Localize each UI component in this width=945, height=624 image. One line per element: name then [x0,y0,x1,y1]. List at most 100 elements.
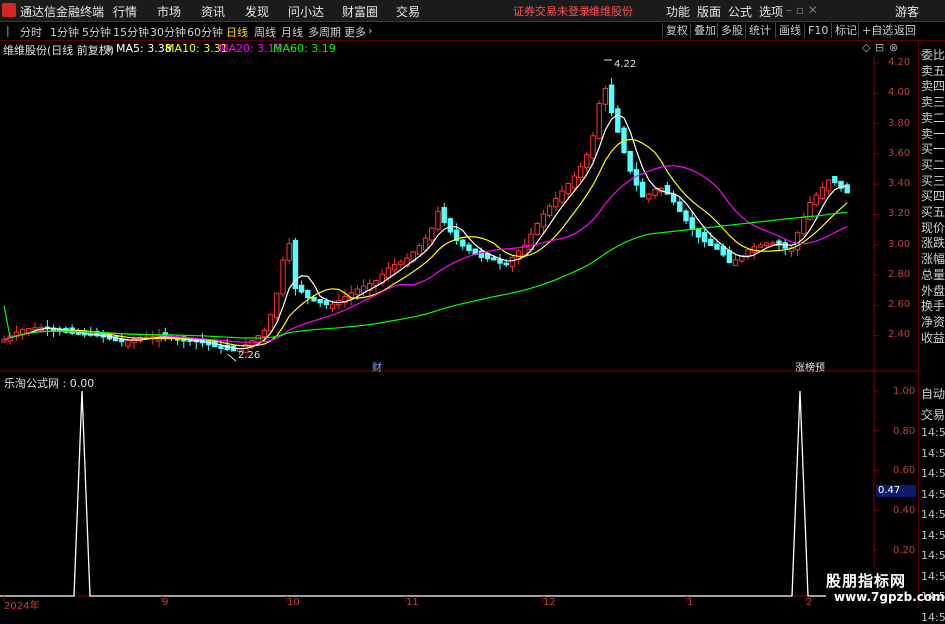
x-tick: 2 [806,597,813,608]
candle-body [683,210,689,222]
x-tick: 10 [287,597,300,608]
candle-body [286,243,292,261]
period-list-icon[interactable]: | [6,24,10,37]
tick-time-label: 14:56 [921,508,945,521]
menu-banmian[interactable]: 版面 [697,3,721,20]
candle-body [497,258,503,264]
btn-duogu[interactable]: 多股 [717,23,746,38]
tab-fenshi[interactable]: 分时 [20,24,42,40]
window-control-icons[interactable]: – ▫ ✕ [786,3,818,17]
candle-body [615,108,621,133]
btn-f10[interactable]: F10 [804,23,831,38]
candle-body [509,256,516,267]
candle-body [745,249,751,257]
y-tick: 2.80 [888,269,911,280]
more-chevron-icon[interactable]: › [368,24,372,37]
candle-body [398,261,404,266]
candle-body [280,259,286,295]
candle-body [447,218,454,233]
btn-back[interactable]: 返回 [890,23,919,38]
candle-body [801,217,807,235]
pane-close-icon[interactable]: ⊗ [889,41,898,54]
sub-indicator-line [0,390,874,597]
tab-1min[interactable]: 1分钟 [50,24,79,40]
candle-body [391,263,398,271]
y-tick: 4.00 [888,87,911,98]
candle-body [652,188,658,196]
tab-weekly[interactable]: 周线 [254,24,276,40]
btn-fuquan[interactable]: 复权 [662,23,691,38]
menu-xuanxiang[interactable]: 选项 [759,3,783,20]
candle-body [763,242,770,247]
quote-field-label: 卖二 [921,110,945,125]
login-warning[interactable]: 证券交易未登录 [513,3,590,19]
info-bar: 维维股份(日线 前复权) ◉ MA5: 3.38 MA10: 3.31 MA20… [0,40,870,57]
quote-field-label: 总量 [921,267,945,282]
btn-biaoji[interactable]: 标记 [831,23,860,38]
indicator-settings-icon[interactable]: ◉ [104,42,114,55]
rank-tag[interactable]: 涨榜预 [795,359,825,374]
guest-label[interactable]: 游客 [895,3,919,20]
tick-time-label: 14:56 [921,426,945,439]
tick-time-label: 14:56 [921,528,945,542]
candle-body [416,245,423,255]
candle-body [441,207,447,223]
y-tick: 3.00 [888,239,911,250]
candle-body [125,339,131,347]
menu-faxian[interactable]: 发现 [245,3,269,20]
candle-body [577,166,584,179]
candle-body [323,300,330,306]
tick-time-label: 14:56 [921,610,945,624]
btn-huaxian[interactable]: 画线 [775,23,804,38]
candle-body [385,267,392,279]
kline-chart[interactable] [0,40,918,609]
tick-time-label: 14:56 [921,467,945,480]
candle-body [571,175,578,189]
btn-diejia[interactable]: 叠加 [690,23,719,38]
candle-body [732,259,739,267]
menu-jiaoyi[interactable]: 交易 [396,3,420,20]
tab-30min[interactable]: 30分钟 [150,24,186,40]
ma60-line [3,211,848,339]
tab-15min[interactable]: 15分钟 [113,24,149,40]
menu-wenxiaoda[interactable]: 问小达 [288,3,324,20]
tab-daily[interactable]: 日线 [226,24,248,40]
candle-body [534,222,540,236]
x-tick: 2024年 [4,601,40,612]
tab-5min[interactable]: 5分钟 [82,24,111,40]
menu-gongshi[interactable]: 公式 [728,3,752,20]
quote-field-label: 换手 [921,299,945,314]
pane-settings-icon[interactable]: ◇ [862,41,870,54]
tab-60min[interactable]: 60分钟 [187,24,223,40]
menu-caifuquan[interactable]: 财富圈 [342,3,378,20]
sub-indicator-label[interactable]: 乐淘公式网 : 0.00 [4,375,94,391]
tab-multi-period[interactable]: 多周期 [308,24,341,40]
watermark: 股朋指标网 www.7gpzb.com [826,568,945,608]
menu-shichang[interactable]: 市场 [157,3,181,20]
ma60-label: MA60: 3.19 [273,42,336,55]
pane-collapse-icon[interactable]: ⊟ [875,41,884,54]
finance-tag[interactable]: 财 [372,359,382,374]
ma5-label: MA5: 3.38 [116,42,172,55]
candle-body [546,205,553,216]
candle-body [689,217,695,231]
candle-body [422,237,429,251]
y-tick: 3.60 [888,148,911,159]
tick-time-label: 14:56 [921,549,945,562]
quote-field-label: 收益 [921,330,945,345]
menu-hangqing[interactable]: 行情 [113,3,137,20]
candle-body [677,201,683,212]
tab-more[interactable]: 更多 [344,24,366,40]
candle-body [770,242,776,245]
menu-zixun[interactable]: 资讯 [201,3,225,20]
candle-body [565,183,571,195]
menu-gongneng[interactable]: 功能 [666,3,690,20]
tab-monthly[interactable]: 月线 [281,24,303,40]
candle-body [435,211,441,230]
candle-body [317,298,323,304]
candle-body [311,296,317,302]
period-toolbar: | 分时 1分钟 5分钟 15分钟 30分钟 60分钟 日线 周线 月线 多周期… [0,22,945,41]
candle-body [503,262,509,266]
max-price-label: 4.22 [614,59,637,70]
btn-tongji[interactable]: 统计 [745,23,774,38]
